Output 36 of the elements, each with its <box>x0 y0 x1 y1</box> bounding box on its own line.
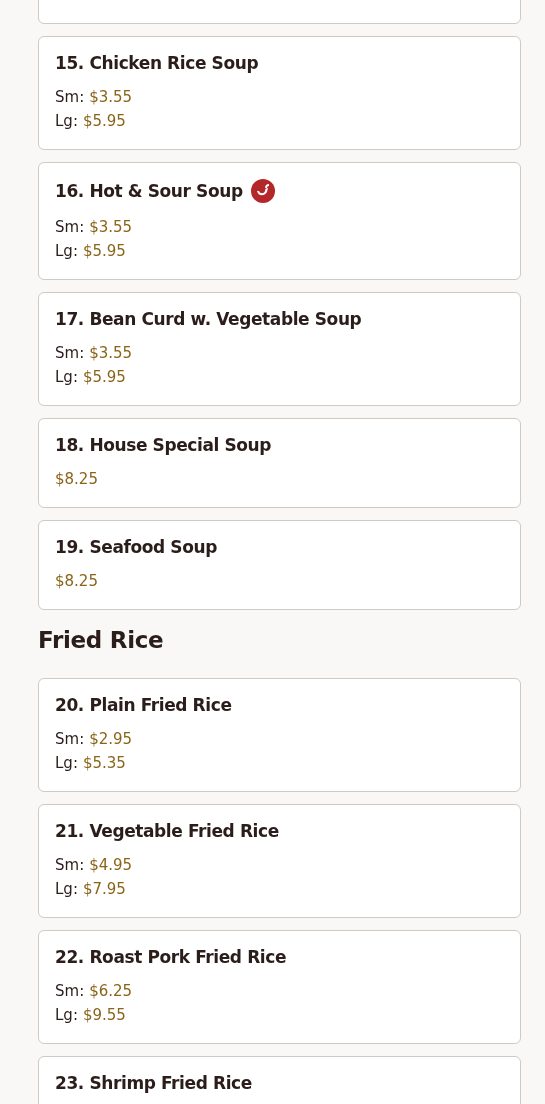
item-name: 18. House Special Soup <box>55 435 272 455</box>
item-name: 21. Vegetable Fried Rice <box>55 821 279 841</box>
size-label: Lg: <box>55 1005 78 1026</box>
item-name: 16. Hot & Sour Soup <box>55 181 243 201</box>
size-label: Sm: <box>55 343 85 364</box>
size-label: Lg: <box>55 753 78 774</box>
size-label: Lg: <box>55 367 78 388</box>
price: $4.95 <box>89 855 133 876</box>
size-label: Sm: <box>55 981 85 1002</box>
price: $3.55 <box>89 87 133 108</box>
size-label: Sm: <box>55 217 85 238</box>
price: $7.95 <box>82 879 126 900</box>
item-name: 15. Chicken Rice Soup <box>55 53 259 73</box>
price: $5.95 <box>82 241 126 262</box>
size-label: Sm: <box>55 87 85 108</box>
item-name: 19. Seafood Soup <box>55 537 217 557</box>
price: $8.25 <box>55 571 98 592</box>
item-name: 17. Bean Curd w. Vegetable Soup <box>55 309 362 329</box>
item-name: 20. Plain Fried Rice <box>55 695 232 715</box>
size-label: Sm: <box>55 729 85 750</box>
price: $3.55 <box>89 217 133 238</box>
item-name: 22. Roast Pork Fried Rice <box>55 947 287 967</box>
price: $8.25 <box>55 469 98 490</box>
size-label: Lg: <box>55 111 78 132</box>
size-label: Lg: <box>55 879 78 900</box>
item-name: 23. Shrimp Fried Rice <box>55 1073 252 1093</box>
price: $9.55 <box>82 1005 126 1026</box>
price: $3.55 <box>89 343 133 364</box>
price: $6.25 <box>89 981 133 1002</box>
size-label: Sm: <box>55 855 85 876</box>
price: $5.95 <box>82 367 126 388</box>
price: $5.95 <box>82 111 126 132</box>
size-label: Lg: <box>55 241 78 262</box>
price: $5.35 <box>82 753 126 774</box>
section-heading: Fried Rice <box>38 626 165 654</box>
price: $2.95 <box>89 729 133 750</box>
